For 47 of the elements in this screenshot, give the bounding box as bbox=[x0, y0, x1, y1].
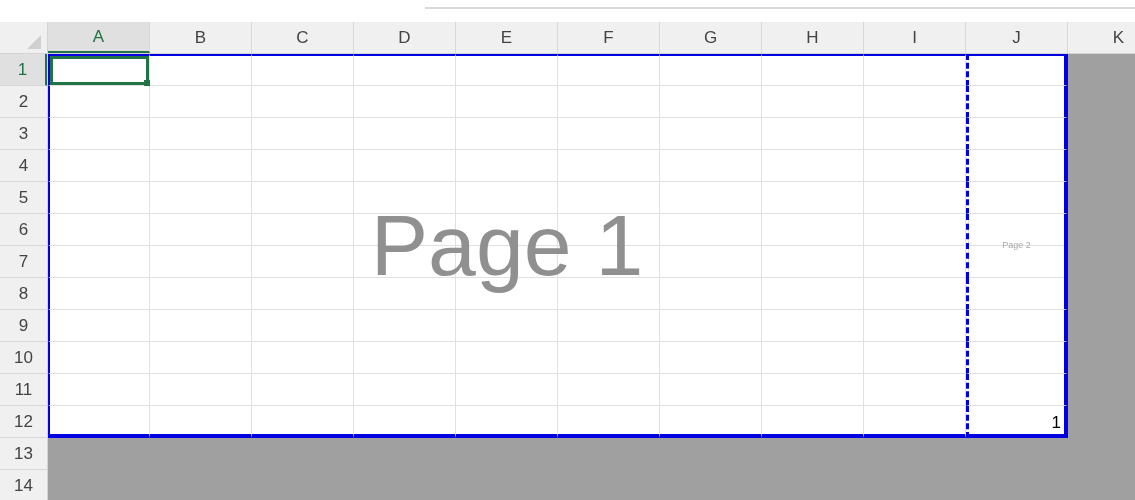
column-header[interactable]: D bbox=[354, 22, 456, 53]
row-header[interactable]: 10 bbox=[0, 342, 47, 374]
row-header[interactable]: 9 bbox=[0, 310, 47, 342]
column-header[interactable]: C bbox=[252, 22, 354, 53]
column-header[interactable]: J bbox=[966, 22, 1068, 53]
column-header[interactable]: E bbox=[456, 22, 558, 53]
sheet-cell[interactable] bbox=[660, 54, 762, 86]
row-header[interactable]: 5 bbox=[0, 182, 47, 214]
column-header[interactable]: A bbox=[48, 22, 150, 53]
column-header[interactable]: G bbox=[660, 22, 762, 53]
sheet-cell[interactable] bbox=[966, 310, 1068, 342]
column-header[interactable]: F bbox=[558, 22, 660, 53]
row-header[interactable]: 12 bbox=[0, 406, 47, 438]
row-header[interactable]: 8 bbox=[0, 278, 47, 310]
column-header[interactable]: K bbox=[1068, 22, 1135, 53]
sheet-cell[interactable]: 1 bbox=[966, 406, 1068, 438]
sheet-cell[interactable] bbox=[966, 54, 1068, 86]
page-label: Page 1 bbox=[370, 196, 644, 296]
row-header[interactable]: 6 bbox=[0, 214, 47, 246]
sheet-cell[interactable] bbox=[966, 342, 1068, 374]
page-label: Page 2 bbox=[1002, 240, 1031, 252]
row-header[interactable]: 7 bbox=[0, 246, 47, 278]
row-header[interactable]: 13 bbox=[0, 438, 47, 470]
sheet-cell[interactable] bbox=[864, 54, 966, 86]
sheet-cell[interactable] bbox=[150, 54, 252, 86]
row-header[interactable]: 3 bbox=[0, 118, 47, 150]
column-header[interactable]: B bbox=[150, 22, 252, 53]
sheet-cell[interactable] bbox=[456, 54, 558, 86]
sheet-cell[interactable] bbox=[252, 54, 354, 86]
sheet-cell[interactable] bbox=[354, 54, 456, 86]
row-header[interactable]: 2 bbox=[0, 86, 47, 118]
selected-cell[interactable] bbox=[48, 54, 150, 86]
row-header[interactable]: 14 bbox=[0, 470, 47, 500]
sheet-cell[interactable] bbox=[966, 118, 1068, 150]
sheet-cell[interactable] bbox=[966, 278, 1068, 310]
row-header[interactable]: 11 bbox=[0, 374, 47, 406]
column-header[interactable]: H bbox=[762, 22, 864, 53]
row-header[interactable]: 4 bbox=[0, 150, 47, 182]
sheet-cell[interactable] bbox=[762, 54, 864, 86]
sheet-cell[interactable] bbox=[966, 86, 1068, 118]
sheet-cell[interactable] bbox=[966, 374, 1068, 406]
sheet-cell[interactable] bbox=[966, 150, 1068, 182]
sheet-cell[interactable] bbox=[966, 182, 1068, 214]
column-header[interactable]: I bbox=[864, 22, 966, 53]
select-all-icon[interactable] bbox=[27, 35, 41, 49]
sheet-cell[interactable] bbox=[558, 54, 660, 86]
row-header[interactable]: 1 bbox=[0, 54, 47, 86]
